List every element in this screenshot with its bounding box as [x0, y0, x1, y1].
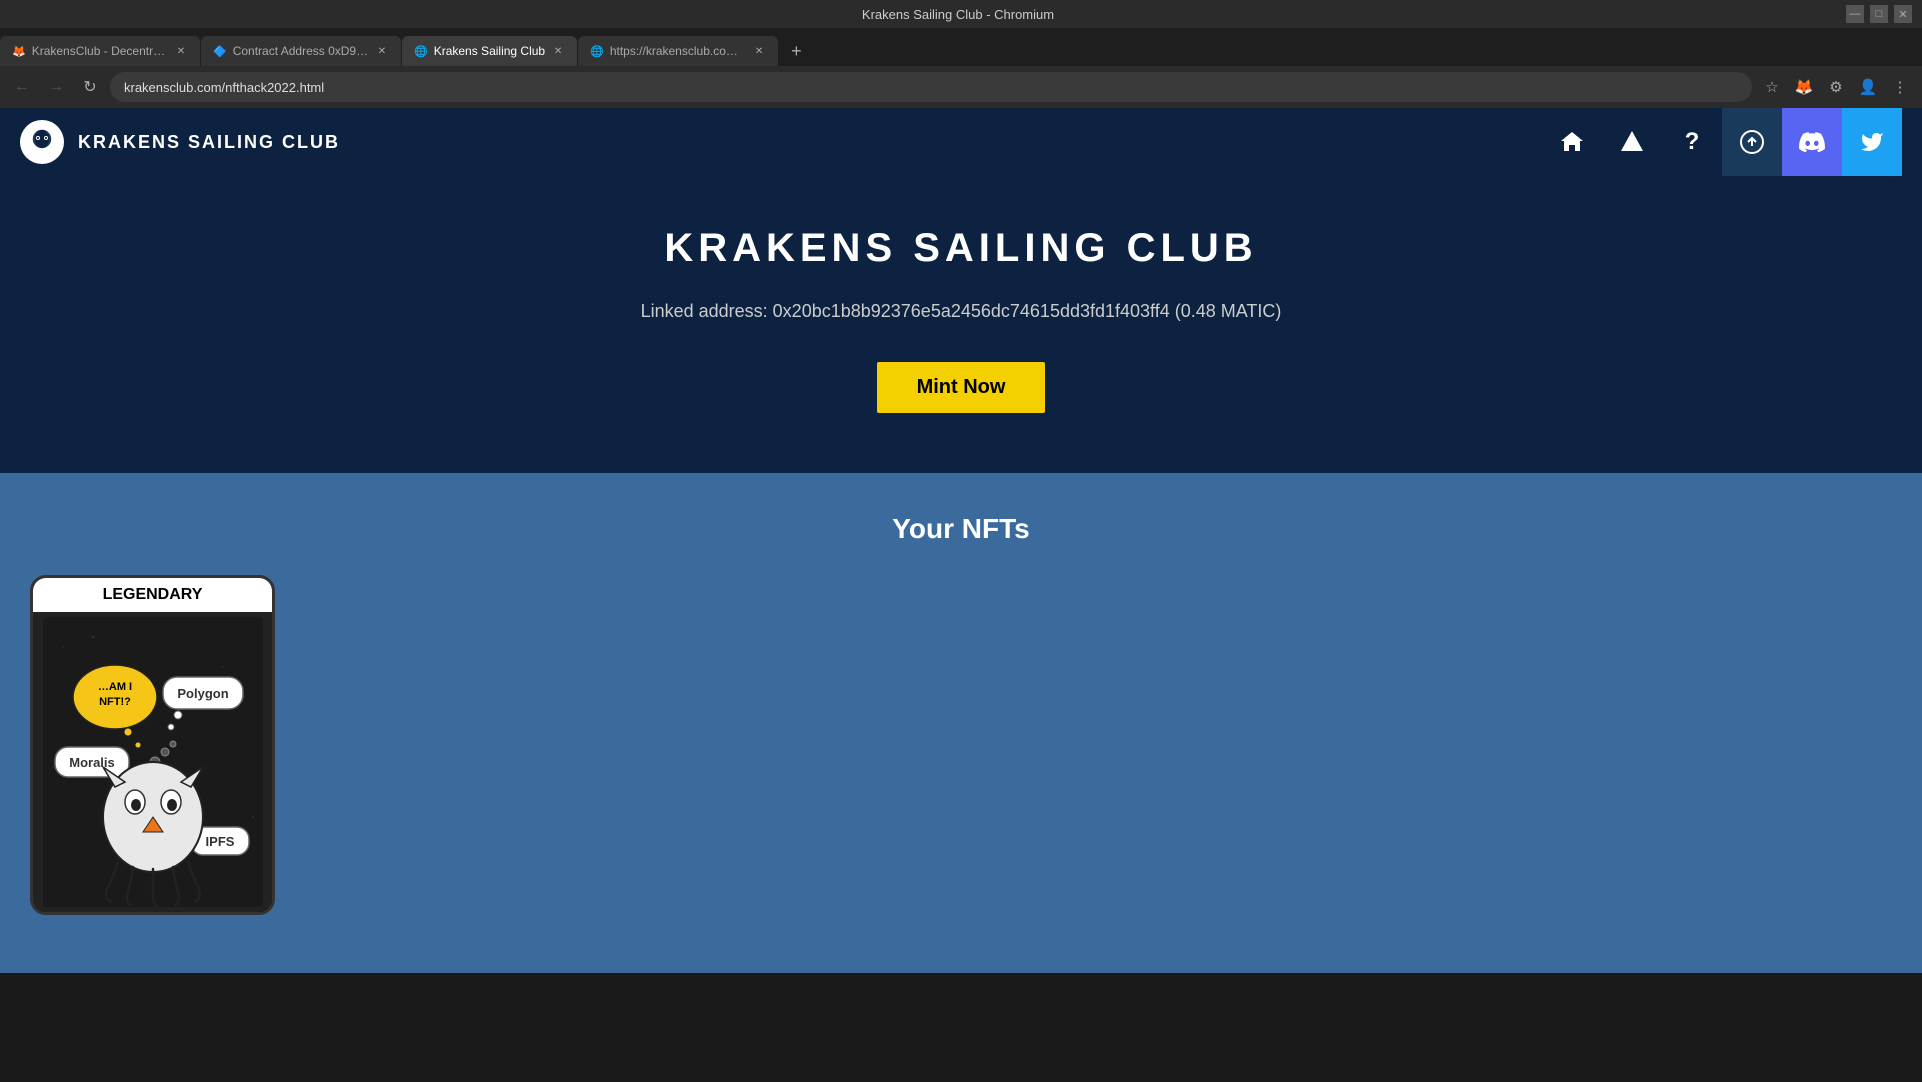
- svg-text:Polygon: Polygon: [177, 686, 228, 701]
- toolbar-icons: ☆ 🦊 ⚙ 👤 ⋮: [1758, 73, 1914, 101]
- twitter-nav-icon[interactable]: [1842, 108, 1902, 176]
- tab-bar: 🦊 KrakensClub - Decentrali… ✕ 🔷 Contract…: [0, 28, 1922, 66]
- upload-icon: [1740, 130, 1764, 154]
- minimize-button[interactable]: —: [1846, 5, 1864, 23]
- upload-nav-icon[interactable]: [1722, 108, 1782, 176]
- help-nav-icon[interactable]: ?: [1662, 108, 1722, 176]
- nfts-section: Your NFTs LEGENDARY: [0, 473, 1922, 973]
- tab-1-favicon: 🦊: [12, 45, 26, 58]
- website: KRAKENS SAILING CLUB ?: [0, 108, 1922, 973]
- os-titlebar-title: Krakens Sailing Club - Chromium: [70, 7, 1846, 22]
- tab-1-close[interactable]: ✕: [174, 44, 188, 58]
- nfts-grid: LEGENDARY …AM: [30, 575, 1892, 915]
- svg-text:…AM I: …AM I: [97, 681, 131, 693]
- new-tab-button[interactable]: +: [779, 36, 814, 66]
- extensions-icon[interactable]: ⚙: [1822, 73, 1850, 101]
- tab-4-label: https://krakensclub.com/…: [610, 44, 746, 58]
- forward-button[interactable]: →: [42, 73, 70, 101]
- browser-chrome: 🦊 KrakensClub - Decentrali… ✕ 🔷 Contract…: [0, 28, 1922, 108]
- tab-2-favicon: 🔷: [213, 45, 227, 58]
- metamask-icon[interactable]: 🦊: [1790, 73, 1818, 101]
- balance: (0.48 MATIC): [1175, 301, 1282, 321]
- home-icon: [1559, 129, 1585, 155]
- nft-card-1: LEGENDARY …AM: [30, 575, 275, 915]
- account-nav-icon[interactable]: [1602, 108, 1662, 176]
- nft-card-image: …AM I NFT!? Polygon Moralis: [33, 612, 272, 912]
- tab-3-close[interactable]: ✕: [551, 44, 565, 58]
- profile-icon[interactable]: 👤: [1854, 73, 1882, 101]
- site-logo: KRAKENS SAILING CLUB: [20, 120, 340, 164]
- tab-2-close[interactable]: ✕: [375, 44, 389, 58]
- help-icon: ?: [1685, 128, 1700, 156]
- discord-icon: [1799, 132, 1825, 152]
- nft-card-header: LEGENDARY: [33, 578, 272, 612]
- svg-text:NFT!?: NFT!?: [99, 696, 131, 708]
- site-nav: KRAKENS SAILING CLUB ?: [0, 108, 1922, 176]
- os-titlebar-controls: — □ ✕: [1846, 5, 1912, 23]
- menu-icon[interactable]: ⋮: [1886, 73, 1914, 101]
- site-logo-icon: [20, 120, 64, 164]
- tab-4-favicon: 🌐: [590, 45, 604, 58]
- twitter-icon: [1860, 130, 1884, 154]
- svg-text:IPFS: IPFS: [205, 834, 234, 849]
- tab-3-favicon: 🌐: [414, 45, 428, 58]
- addressbar-row: ← → ↻ ☆ 🦊 ⚙ 👤 ⋮: [0, 66, 1922, 108]
- os-titlebar: Krakens Sailing Club - Chromium — □ ✕: [0, 0, 1922, 28]
- home-nav-icon[interactable]: [1542, 108, 1602, 176]
- bookmark-icon[interactable]: ☆: [1758, 73, 1786, 101]
- nft-illustration: …AM I NFT!? Polygon Moralis: [43, 617, 263, 907]
- kraken-logo-svg: [27, 127, 57, 157]
- nfts-title: Your NFTs: [30, 513, 1892, 545]
- linked-address-label: Linked address:: [641, 301, 773, 321]
- tab-1-label: KrakensClub - Decentrali…: [32, 44, 168, 58]
- address-bar[interactable]: [110, 72, 1752, 102]
- account-icon: [1619, 129, 1645, 155]
- hero-section: KRAKENS SAILING CLUB Linked address: 0x2…: [0, 176, 1922, 473]
- svg-text:Moralis: Moralis: [69, 755, 115, 770]
- reload-button[interactable]: ↻: [76, 73, 104, 101]
- mint-now-button[interactable]: Mint Now: [877, 362, 1046, 413]
- tab-4-close[interactable]: ✕: [752, 44, 766, 58]
- tab-3[interactable]: 🌐 Krakens Sailing Club ✕: [402, 36, 577, 66]
- site-nav-right: ?: [1542, 108, 1902, 176]
- tab-3-label: Krakens Sailing Club: [434, 44, 545, 58]
- site-logo-text: KRAKENS SAILING CLUB: [78, 132, 340, 153]
- maximize-button[interactable]: □: [1870, 5, 1888, 23]
- tab-1[interactable]: 🦊 KrakensClub - Decentrali… ✕: [0, 36, 200, 66]
- tab-2-label: Contract Address 0xD9b8…: [233, 44, 369, 58]
- discord-nav-icon[interactable]: [1782, 108, 1842, 176]
- wallet-address: 0x20bc1b8b92376e5a2456dc74615dd3fd1f403f…: [773, 301, 1175, 321]
- close-button[interactable]: ✕: [1894, 5, 1912, 23]
- back-button[interactable]: ←: [8, 73, 36, 101]
- tab-4[interactable]: 🌐 https://krakensclub.com/… ✕: [578, 36, 778, 66]
- hero-address: Linked address: 0x20bc1b8b92376e5a2456dc…: [20, 301, 1902, 322]
- hero-title: KRAKENS SAILING CLUB: [20, 226, 1902, 271]
- tab-2[interactable]: 🔷 Contract Address 0xD9b8… ✕: [201, 36, 401, 66]
